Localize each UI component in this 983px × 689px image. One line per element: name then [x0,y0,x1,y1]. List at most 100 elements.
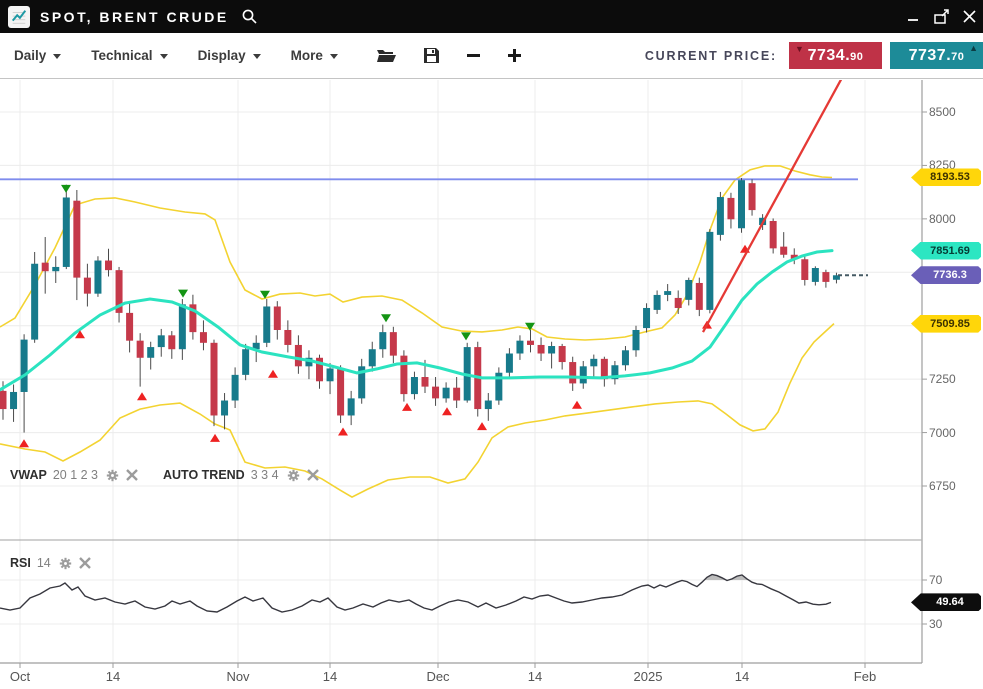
price-tag: 7736.3 [911,266,981,284]
minimize-icon [906,10,920,24]
price-axis-label: 8500 [929,105,956,119]
candle [685,280,692,300]
vwap-settings-button[interactable] [106,469,119,482]
buy-marker-icon [442,407,452,415]
close-icon [79,557,91,569]
candle [780,247,787,255]
vwap-label: VWAP [10,468,47,482]
rsi-value-tag: 49.64 [911,593,981,611]
menu-more[interactable]: More [291,48,338,63]
candle [706,232,713,310]
time-axis-label: Oct [0,669,42,684]
candle [812,268,819,282]
price-badge-down: ▼ 7734.90 [789,42,882,69]
candle [0,391,7,409]
auto-trend-remove-button[interactable] [307,469,319,481]
candle [348,398,355,415]
auto-trend-label: AUTO TREND [163,468,245,482]
candle [622,350,629,365]
candle [548,346,555,353]
candle [168,335,175,349]
menu-more-label: More [291,48,323,63]
candle [749,183,756,210]
candle [727,198,734,219]
chart-application-window: SPOT, BRENT CRUDE [0,0,983,689]
candle [516,341,523,354]
sell-marker-icon [61,185,71,193]
candle [664,291,671,295]
price-tag: 7851.69 [911,242,981,260]
candlestick-layer [0,178,840,433]
menu-daily[interactable]: Daily [14,48,61,63]
price-badge-up: ▲ 7737.70 [890,42,983,69]
vwap-remove-button[interactable] [126,469,138,481]
candle [538,345,545,354]
time-axis-label: 14 [513,669,557,684]
candle [738,180,745,228]
candle [73,201,80,278]
time-axis-label: 2025 [626,669,670,684]
open-layout-button[interactable] [376,47,397,64]
price-axis-label: 6750 [929,479,956,493]
candle [675,298,682,308]
titlebar: SPOT, BRENT CRUDE [0,0,983,33]
candle [411,377,418,394]
price-tag: 7509.85 [911,315,981,333]
symbol-title: SPOT, BRENT CRUDE [40,9,229,25]
time-axis-label: Dec [416,669,460,684]
app-logo-icon [8,6,30,28]
candle [263,306,270,342]
candle [506,353,513,372]
price-axis-label: 7000 [929,426,956,440]
buy-marker-icon [572,401,582,409]
candle [696,283,703,310]
zoom-out-button[interactable] [466,48,481,63]
search-icon[interactable] [241,8,258,25]
up-arrow-icon: ▲ [969,44,978,53]
rsi-settings-button[interactable] [59,557,72,570]
menu-daily-label: Daily [14,48,46,63]
restore-icon [933,9,950,25]
gear-icon [106,469,119,482]
auto-trend-settings-button[interactable] [287,469,300,482]
candle [232,375,239,401]
menu-technical[interactable]: Technical [91,48,167,63]
close-button[interactable] [955,0,983,33]
candle [400,356,407,394]
candle [179,304,186,349]
candle [643,308,650,328]
current-price-label: CURRENT PRICE: [645,49,777,63]
candle [580,366,587,383]
plus-icon [507,48,522,63]
candle [453,388,460,401]
candle [390,332,397,356]
zoom-in-button[interactable] [507,48,522,63]
sell-marker-icon [381,314,391,322]
vwap-params: 20 1 2 3 [53,468,98,482]
rsi-axis-label: 70 [929,573,942,587]
menu-display[interactable]: Display [198,48,261,63]
candle [633,330,640,350]
sell-marker-icon [461,332,471,340]
chart-canvas[interactable] [0,0,983,689]
candle [337,368,344,415]
gear-icon [287,469,300,482]
save-layout-button[interactable] [423,47,440,64]
price-axis-label: 7250 [929,372,956,386]
restore-button[interactable] [927,0,955,33]
candle [770,221,777,248]
candle [158,335,165,347]
time-axis-label: 14 [308,669,352,684]
close-icon [307,469,319,481]
price-tag: 8193.53 [911,168,981,186]
candle [52,267,59,271]
candle [284,330,291,345]
time-axis-label: 14 [91,669,135,684]
rsi-indicator-legend: RSI 14 [10,556,98,570]
candle [211,343,218,416]
minimize-button[interactable] [899,0,927,33]
candle [94,261,101,294]
candle [242,349,249,375]
rsi-remove-button[interactable] [79,557,91,569]
candle [559,346,566,362]
